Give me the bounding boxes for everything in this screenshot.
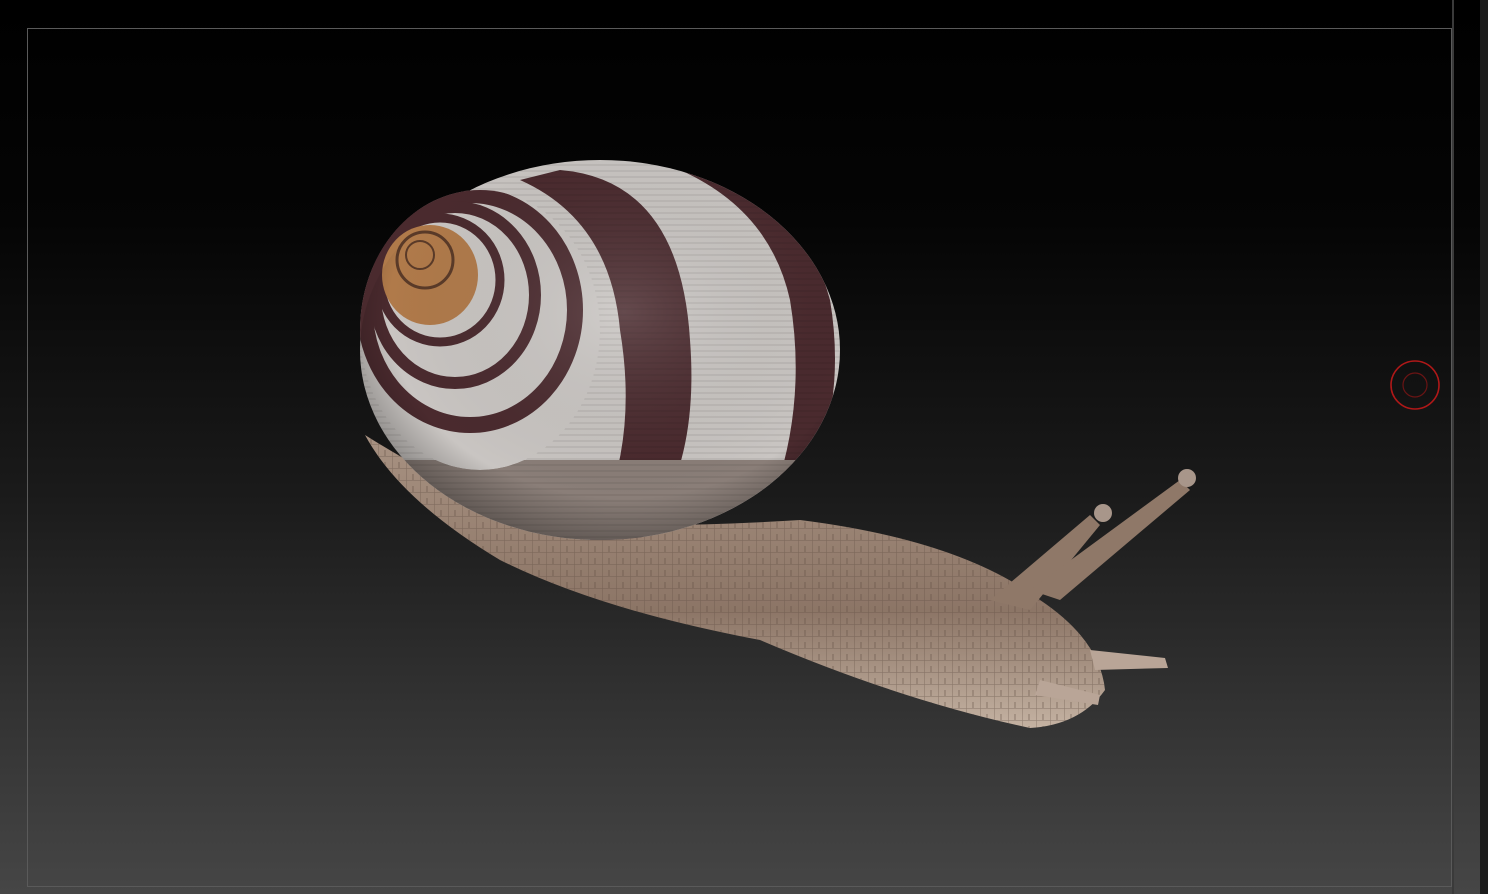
right-panel-edge <box>1480 0 1488 894</box>
snail-model[interactable] <box>0 0 1488 894</box>
3d-viewport-canvas[interactable] <box>0 0 1488 894</box>
viewport-scrollbar[interactable] <box>1452 0 1454 894</box>
circle-brush-cursor-icon <box>1390 360 1440 410</box>
